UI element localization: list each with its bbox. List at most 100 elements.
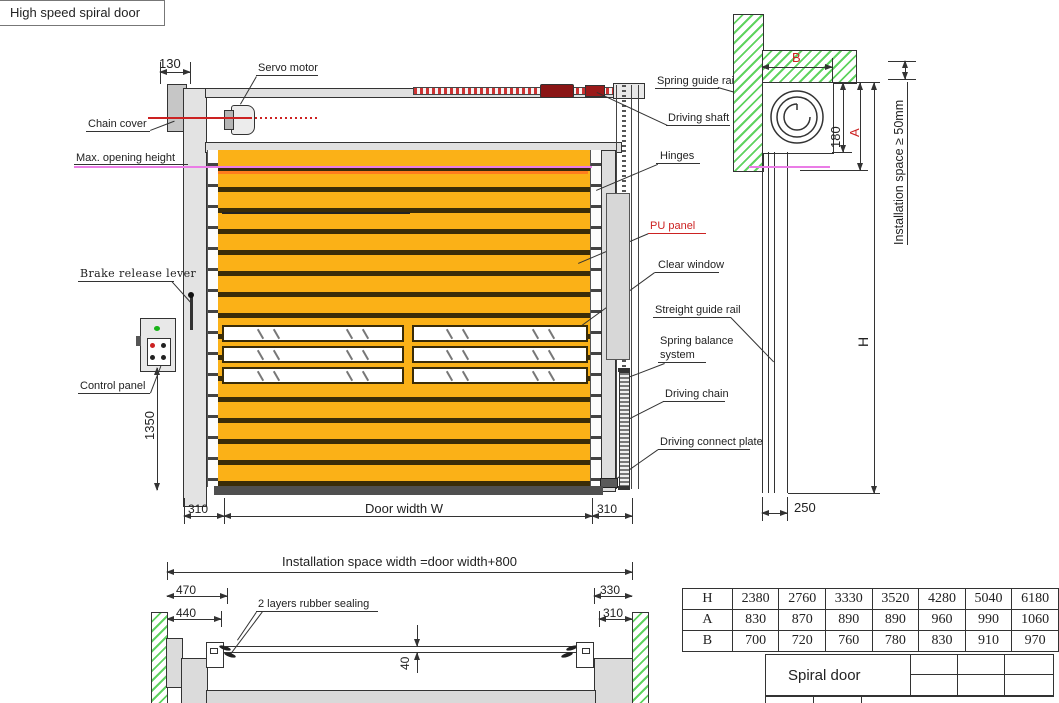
table-cell: 890 — [872, 610, 919, 631]
label-underline — [256, 75, 318, 76]
glass-marks — [444, 333, 471, 335]
track-line — [774, 152, 775, 493]
table-cell: 960 — [919, 610, 966, 631]
label-underline — [86, 131, 150, 132]
hinges-label: Hinges — [660, 150, 694, 162]
dim-line-H — [874, 83, 875, 493]
spring-balance-system-label: Spring balance system — [660, 334, 744, 362]
ext-line — [632, 562, 633, 580]
label-underline — [648, 233, 706, 234]
glass-marks — [530, 375, 557, 377]
table-cell: 830 — [919, 631, 966, 652]
dim-door-width: Door width W — [365, 501, 443, 516]
control-button — [150, 355, 155, 360]
dim-310-left: 310 — [188, 502, 208, 516]
label-underline — [655, 272, 719, 273]
title-block-divider — [765, 696, 766, 703]
control-button-red — [150, 343, 155, 348]
title-block-cell — [910, 674, 958, 696]
plan-door-panel-top — [224, 646, 576, 647]
glass-marks — [344, 333, 371, 335]
clear-window-pane — [222, 346, 404, 363]
ext-line — [787, 497, 788, 521]
dim-250: 250 — [794, 500, 816, 515]
title-block-divider — [861, 696, 862, 703]
spring-guide-rail-label: Spring guide rail — [657, 75, 737, 87]
spiral-coil — [764, 84, 830, 150]
plan-guide-notch — [210, 648, 218, 654]
dim-440: 440 — [176, 606, 196, 620]
table-cell: 6180 — [1012, 589, 1059, 610]
spec-table: H 2380 2760 3330 3520 4280 5040 6180 A 8… — [682, 588, 1059, 652]
table-cell: 5040 — [965, 589, 1012, 610]
dim-line-470 — [167, 596, 227, 597]
clear-window-pane — [412, 325, 588, 342]
table-cell: 4280 — [919, 589, 966, 610]
dim-330: 330 — [600, 583, 620, 597]
dim-line-310-plan — [599, 619, 632, 620]
glass-marks — [255, 354, 282, 356]
window-mullion — [404, 322, 412, 385]
table-cell: 970 — [1012, 631, 1059, 652]
glass-marks — [444, 354, 471, 356]
glass-marks — [344, 354, 371, 356]
control-button — [161, 355, 166, 360]
spring-balance-cap-top — [618, 368, 630, 372]
ext-line — [599, 611, 600, 627]
label-underline — [658, 449, 750, 450]
track-line — [762, 152, 763, 493]
glass-marks — [444, 375, 471, 377]
plan-guide-profile-right — [576, 642, 594, 668]
plan-column-right — [594, 658, 634, 703]
ext-line — [184, 498, 185, 524]
spring-balance-bar — [619, 372, 630, 488]
clear-window-label: Clear window — [658, 259, 724, 271]
table-cell: 890 — [826, 610, 873, 631]
leader-line — [237, 612, 257, 641]
shaft-coupling — [540, 84, 574, 98]
plan-bottom-bar — [206, 690, 596, 703]
track-line — [768, 152, 769, 493]
label-underline — [78, 281, 174, 282]
clear-window-pane — [412, 346, 588, 363]
dim-line-40-top — [417, 625, 418, 646]
title-block-cell — [957, 674, 1005, 696]
brake-lever-knob — [188, 292, 194, 298]
driving-chain-label: Driving chain — [665, 388, 729, 400]
page-title: High speed spiral door — [10, 5, 140, 20]
dim-line-180 — [843, 83, 844, 152]
table-cell: 720 — [779, 631, 826, 652]
max-opening-height-line — [74, 166, 592, 168]
dim-470: 470 — [176, 583, 196, 597]
opening-orange-line — [218, 171, 588, 174]
plan-column-left — [181, 658, 208, 703]
dim-1350: 1350 — [142, 411, 157, 440]
glass-marks — [530, 333, 557, 335]
side-max-opening-line — [749, 166, 830, 168]
title-box: High speed spiral door — [0, 0, 165, 26]
ext-line — [227, 588, 228, 604]
clear-window-pane — [412, 367, 588, 384]
glass-marks — [255, 375, 282, 377]
ext-line — [167, 562, 168, 580]
plan-wall-right — [632, 612, 649, 703]
brake-release-lever-label: Brake release lever — [80, 267, 196, 280]
title-block-cell — [957, 654, 1005, 675]
pu-panel-label: PU panel — [650, 220, 695, 232]
servo-motor — [231, 105, 255, 135]
dim-line-330 — [594, 596, 632, 597]
vertical-rail-lines — [638, 85, 639, 489]
table-row: A 830 870 890 890 960 990 1060 — [683, 610, 1059, 631]
servo-motor-flange — [224, 110, 234, 130]
clear-window-pane — [222, 367, 404, 384]
leader-line — [628, 401, 664, 420]
dim-40: 40 — [398, 657, 412, 670]
label-underline — [656, 163, 700, 164]
ext-line — [788, 493, 880, 494]
label-underline — [658, 362, 706, 363]
ext-line — [762, 497, 763, 521]
leader-line — [230, 612, 263, 655]
installation-space-label: Installation space ≥ 50mm — [892, 100, 906, 245]
dim-line-310-right — [592, 516, 632, 517]
ext-line — [762, 58, 763, 82]
